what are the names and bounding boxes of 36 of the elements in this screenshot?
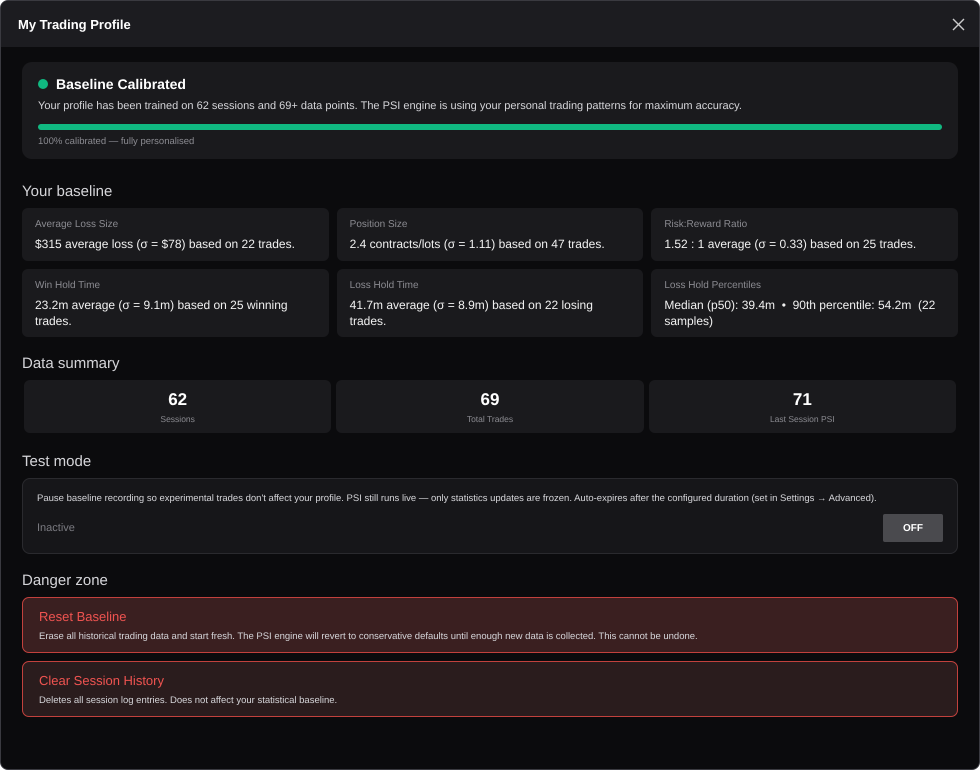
metric-value: 23.2m average (σ = 9.1m) based on 25 winning trades. — [35, 297, 289, 329]
metric-value: Median (p50): 39.4m • 90th percentile: 54.2m (22 samples) — [664, 297, 936, 329]
metric-label: Average Loss Size — [35, 219, 120, 230]
stat-label: Sessions — [160, 414, 195, 424]
stat-value: 71 — [792, 390, 812, 410]
metric-label: Win Hold Time — [35, 280, 102, 291]
danger-action[interactable]: Reset Baseline Erase all historical trading data and start fresh. The PSI engine will revert to conservative defaults until enough new data is collected. This cannot be undone. — [22, 597, 958, 653]
section-heading: Test mode — [22, 453, 92, 470]
metric-value: 41.7m average (σ = 8.9m) based on 22 losing trades. — [350, 297, 594, 329]
section-heading: Data summary — [22, 355, 121, 372]
stat-value: 69 — [480, 390, 500, 410]
metric-label: Loss Hold Time — [350, 280, 420, 291]
metric-value: 2.4 contracts/lots (σ = 1.11) based on 47 trades. — [350, 236, 606, 252]
danger-action[interactable]: Clear Session History Deletes all session log entries. Does not affect your statistical baseline. — [22, 661, 958, 717]
test-mode-description: Pause baseline recording so experimental trades don't affect your profile. PSI still runs live — only statistics updates are frozen. Auto-expires after the configured duration (set in Settings → Advanced). — [37, 493, 878, 504]
metric-label: Position Size — [350, 219, 408, 230]
calibration-description: Your profile has been trained on 62 sessions and 69+ data points. The PSI engine is using your personal trading patterns for maximum accuracy. — [38, 100, 743, 112]
stat-label: Total Trades — [466, 414, 514, 424]
close-icon — [952, 18, 965, 30]
calibration-title: Baseline Calibrated — [56, 76, 186, 92]
metric-value: 1.52 : 1 average (σ = 0.33) based on 25 trades. — [664, 236, 918, 252]
danger-action-title: Clear Session History — [39, 673, 165, 688]
danger-action-description: Deletes all session log entries. Does not affect your statistical baseline. — [39, 695, 338, 706]
test-mode-status: Inactive — [37, 522, 75, 534]
metric-label: Risk:Reward Ratio — [664, 219, 748, 230]
calibration-caption: 100% calibrated — fully personalised — [38, 136, 196, 147]
metric-label: Loss Hold Percentiles — [664, 280, 762, 291]
stat-value: 62 — [168, 390, 188, 410]
section-heading: Your baseline — [22, 183, 114, 200]
stat-label: Last Session PSI — [770, 414, 835, 424]
window-title: My Trading Profile — [18, 16, 131, 32]
danger-action-title: Reset Baseline — [39, 609, 128, 624]
test-mode-toggle[interactable]: OFF — [883, 514, 943, 542]
metric-value: $315 average loss (σ = $78) based on 22 trades. — [35, 236, 296, 252]
section-heading: Danger zone — [22, 572, 109, 589]
danger-action-description: Erase all historical trading data and start fresh. The PSI engine will revert to conservative defaults until enough new data is collected. This cannot be undone. — [39, 631, 699, 642]
